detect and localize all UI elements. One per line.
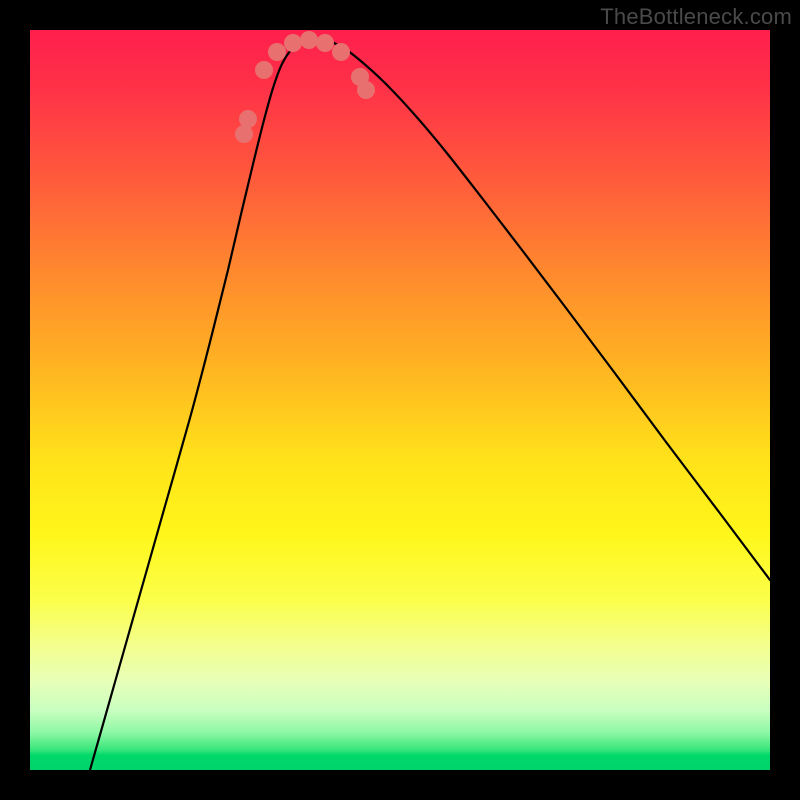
marker-dot — [284, 34, 302, 52]
chart-frame: TheBottleneck.com — [0, 0, 800, 800]
critical-points — [235, 31, 375, 143]
curve-layer — [30, 30, 770, 770]
bottleneck-curve — [90, 39, 770, 770]
marker-dot — [332, 43, 350, 61]
marker-dot — [357, 81, 375, 99]
marker-dot — [255, 61, 273, 79]
plot-area — [30, 30, 770, 770]
marker-dot — [268, 43, 286, 61]
watermark-text: TheBottleneck.com — [600, 4, 792, 30]
marker-dot — [316, 34, 334, 52]
marker-dot — [239, 110, 257, 128]
marker-dot — [300, 31, 318, 49]
